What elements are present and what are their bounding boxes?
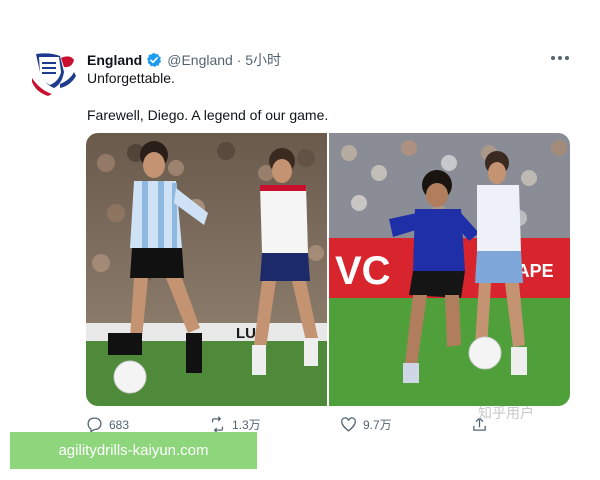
reply-button[interactable]: 683 (86, 416, 129, 433)
retweet-count: 1.3万 (232, 418, 261, 432)
photo-left[interactable]: LUB (86, 133, 327, 406)
more-horizontal-icon (551, 56, 555, 60)
author-name[interactable]: England (87, 52, 142, 68)
england-crest-logo (32, 53, 76, 96)
tweet-text-line1: Unforgettable. (87, 70, 175, 86)
photo-right[interactable]: VC TAPE (329, 133, 570, 406)
tweet-media[interactable]: LUB VC TAPE (86, 133, 570, 406)
heart-icon (341, 417, 356, 432)
more-options-button[interactable] (549, 51, 571, 65)
reply-count: 683 (109, 417, 130, 432)
avatar[interactable] (30, 50, 78, 98)
tweet-text-line2: Farewell, Diego. A legend of our game. (87, 107, 329, 123)
reply-icon (87, 417, 102, 433)
tweet-header: England @England · 5小时 (87, 50, 281, 70)
zhihu-watermark: 知乎用户 (478, 405, 534, 421)
site-banner-text: agilitydrills-kaiyun.com (58, 442, 209, 459)
handle-and-time[interactable]: @England · 5小时 (167, 50, 281, 70)
site-banner[interactable]: agilitydrills-kaiyun.com (10, 432, 257, 469)
like-button[interactable]: 9.7万 (340, 416, 392, 433)
verified-badge-icon (147, 52, 162, 67)
photo-right-banner: VC (335, 249, 391, 293)
retweet-button[interactable]: 1.3万 (209, 416, 261, 433)
retweet-icon (211, 416, 224, 433)
like-count: 9.7万 (363, 418, 392, 432)
